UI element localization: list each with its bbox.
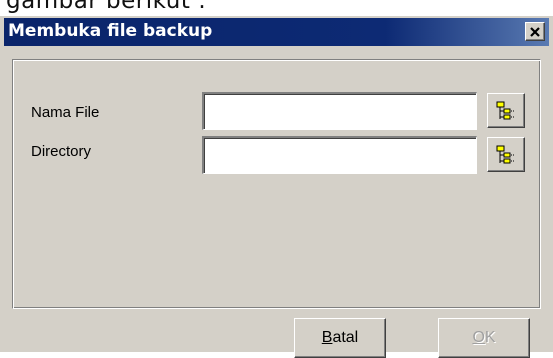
browse-file-button[interactable]: [487, 93, 525, 128]
browse-directory-button[interactable]: [487, 137, 525, 172]
directory-input[interactable]: [202, 136, 477, 174]
dialog-titlebar[interactable]: Membuka file backup: [4, 18, 549, 46]
batal-label-rest: atal: [332, 329, 359, 346]
folder-tree-icon: [496, 101, 514, 119]
ok-button[interactable]: OK: [438, 318, 530, 358]
close-icon: [530, 26, 540, 37]
dialog-title: Membuka file backup: [8, 21, 213, 41]
form-panel: Nama File Directory: [12, 59, 541, 309]
close-button[interactable]: [525, 22, 545, 41]
nama-file-input[interactable]: [202, 92, 477, 130]
ok-label-rest: K: [484, 329, 496, 346]
backup-dialog: Membuka file backup Nama File Directory: [0, 16, 553, 358]
directory-label: Directory: [31, 143, 92, 160]
nama-file-label: Nama File: [31, 104, 100, 121]
folder-tree-icon: [496, 145, 514, 163]
batal-mnemonic: B: [321, 329, 333, 346]
background-caption-text: gambar berikut :: [6, 0, 207, 14]
batal-button[interactable]: Batal: [294, 318, 386, 358]
ok-mnemonic: O: [472, 329, 485, 346]
